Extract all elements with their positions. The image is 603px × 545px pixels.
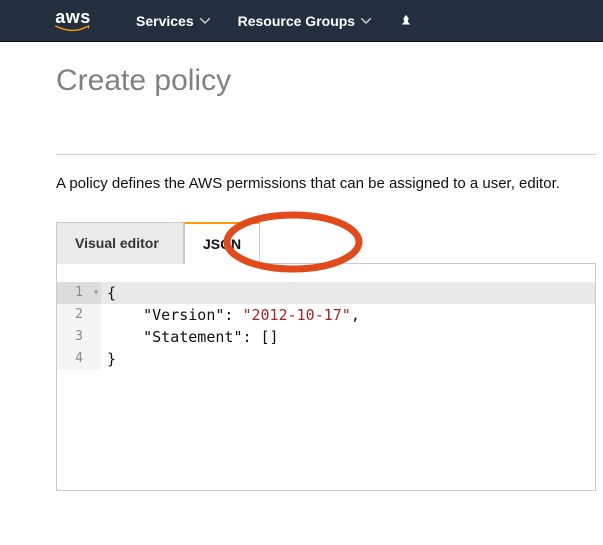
code-line[interactable]: 2 "Version": "2012-10-17", bbox=[57, 304, 595, 326]
fold-marker-icon bbox=[91, 348, 101, 370]
json-editor[interactable]: 1▾{2 "Version": "2012-10-17",3 "Statemen… bbox=[56, 264, 596, 491]
page-title: Create policy bbox=[56, 64, 603, 98]
aws-logo[interactable]: aws bbox=[54, 8, 92, 34]
line-number: 3 bbox=[57, 326, 91, 348]
aws-smile-icon bbox=[54, 24, 92, 34]
resource-groups-menu[interactable]: Resource Groups bbox=[238, 13, 371, 29]
services-menu[interactable]: Services bbox=[136, 13, 210, 29]
code-line[interactable]: 1▾{ bbox=[57, 282, 595, 304]
code-text[interactable]: } bbox=[101, 348, 116, 370]
editor-tabs: Visual editor JSON bbox=[56, 222, 596, 264]
resource-groups-label: Resource Groups bbox=[238, 13, 355, 29]
top-nav: aws Services Resource Groups bbox=[0, 0, 603, 42]
fold-marker-icon[interactable]: ▾ bbox=[91, 282, 101, 304]
line-number: 1 bbox=[57, 282, 91, 304]
line-number: 2 bbox=[57, 304, 91, 326]
fold-marker-icon bbox=[91, 326, 101, 348]
chevron-down-icon bbox=[361, 18, 371, 24]
tab-json[interactable]: JSON bbox=[184, 222, 260, 264]
main-content: Create policy A policy defines the AWS p… bbox=[0, 42, 603, 491]
pin-icon bbox=[399, 14, 413, 28]
services-label: Services bbox=[136, 13, 194, 29]
chevron-down-icon bbox=[200, 18, 210, 24]
code-text[interactable]: "Version": "2012-10-17", bbox=[101, 304, 360, 326]
tab-visual-editor[interactable]: Visual editor bbox=[56, 222, 184, 264]
policy-description: A policy defines the AWS permissions tha… bbox=[56, 173, 596, 196]
code-text[interactable]: "Statement": [] bbox=[101, 326, 279, 348]
pin-shortcut[interactable] bbox=[399, 14, 413, 28]
line-number: 4 bbox=[57, 348, 91, 370]
section-divider bbox=[56, 154, 596, 155]
code-line[interactable]: 4} bbox=[57, 348, 595, 370]
code-text[interactable]: { bbox=[101, 282, 116, 304]
fold-marker-icon bbox=[91, 304, 101, 326]
code-line[interactable]: 3 "Statement": [] bbox=[57, 326, 595, 348]
